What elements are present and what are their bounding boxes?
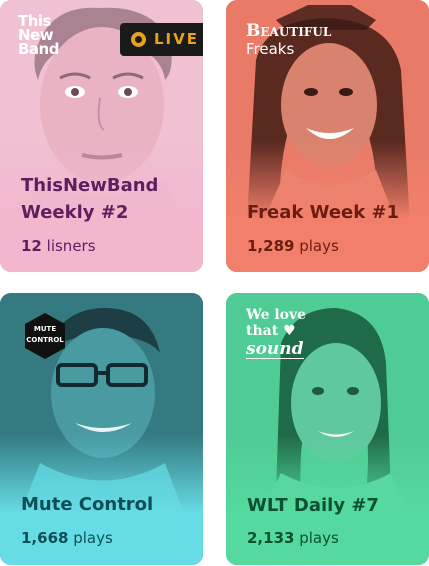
stat-value: 2,133 bbox=[247, 529, 295, 547]
card-title: ThisNewBand Weekly #2 bbox=[21, 175, 159, 223]
stat-unit: lisners bbox=[46, 237, 96, 255]
stat-unit: plays bbox=[299, 529, 339, 547]
card-stat: 1,668 plays bbox=[21, 529, 113, 547]
brand-mute-label: MUTE CONTROL bbox=[20, 324, 70, 346]
brand-line: Beautiful bbox=[246, 21, 332, 41]
live-label: LIVE bbox=[154, 30, 199, 48]
brand-line: Freaks bbox=[246, 40, 295, 58]
card-title: Freak Week #1 bbox=[247, 202, 400, 223]
brand-line: CONTROL bbox=[26, 336, 64, 344]
stat-unit: plays bbox=[73, 529, 113, 547]
card-stat: 1,289 plays bbox=[247, 237, 339, 255]
stat-unit: plays bbox=[299, 237, 339, 255]
stat-value: 1,289 bbox=[247, 237, 295, 255]
card-wlt-daily[interactable]: We love that ♥ sound WLT Daily #7 2,133 … bbox=[226, 293, 429, 565]
stat-value: 1,668 bbox=[21, 529, 69, 547]
brand-word: that bbox=[246, 323, 279, 339]
brand-logo-thisnewband: This New Band bbox=[18, 14, 59, 58]
stat-value: 12 bbox=[21, 237, 42, 255]
brand-logo-beautiful-freaks: Beautiful Freaks bbox=[246, 22, 331, 58]
live-record-icon bbox=[131, 32, 146, 47]
card-title: Mute Control bbox=[21, 494, 154, 515]
card-mute-control[interactable]: MUTE CONTROL Mute Control 1,668 plays bbox=[0, 293, 203, 565]
brand-line: We love bbox=[246, 307, 307, 323]
card-thisnewband-weekly[interactable]: This New Band LIVE ThisNewBand Weekly #2… bbox=[0, 0, 203, 272]
brand-line: MUTE bbox=[33, 325, 57, 333]
card-stat: 12 lisners bbox=[21, 237, 96, 255]
brand-line-with-heart: that ♥ bbox=[246, 323, 306, 339]
brand-logo-we-love-that-sound: We love that ♥ sound bbox=[246, 308, 306, 359]
card-freak-week[interactable]: Beautiful Freaks Freak Week #1 1,289 pla… bbox=[226, 0, 429, 272]
brand-line: Band bbox=[18, 40, 59, 58]
live-badge: LIVE bbox=[120, 23, 203, 56]
brand-line: sound bbox=[246, 339, 304, 359]
heart-icon: ♥ bbox=[283, 323, 296, 339]
card-title: WLT Daily #7 bbox=[247, 495, 379, 516]
card-stat: 2,133 plays bbox=[247, 529, 339, 547]
